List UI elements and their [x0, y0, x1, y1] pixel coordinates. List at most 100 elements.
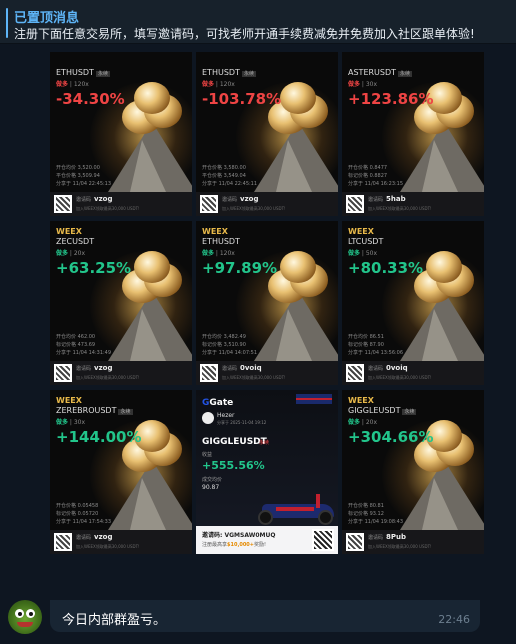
share-time: 分享于 11/04 13:56:06 [348, 350, 404, 356]
referral-label: 邀请码 [368, 535, 384, 541]
leverage-label: 30x [365, 81, 378, 88]
referral-label: 邀请码 [76, 535, 92, 541]
gate-logo: GGate [202, 398, 233, 408]
trading-pair: ZEREBROUSDT 永续 [56, 406, 133, 415]
price-value: 90.87 [202, 484, 220, 491]
mark-price: 3,509.94 [77, 173, 100, 179]
position-info: 做多 | 120x [202, 248, 235, 257]
share-time: 分享于 11/04 17:54:33 [56, 519, 112, 525]
price-label: 成交均价 [202, 477, 223, 483]
share-time: 分享于 2025-11-04 19:12 [217, 420, 267, 425]
contract-badge: 永续 [398, 71, 413, 77]
volcano-highlight [276, 309, 312, 361]
open-price-label: 开仓价格 [348, 503, 369, 509]
open-price-label: 开仓价格 [202, 165, 223, 171]
referral-code: vzog [94, 533, 113, 541]
car-wheel-rear [318, 510, 333, 525]
mark-price-label: 标记价格 [348, 173, 369, 179]
direction-label: 做多 [56, 81, 69, 88]
roi-value: -34.30% [56, 90, 125, 108]
mark-price: 0.05720 [77, 511, 99, 517]
referral-note: 注册最高享$10,000+奖励! [202, 541, 266, 548]
open-price-row: 开仓均价 462.00 [56, 333, 111, 341]
contract-badge: 永续 [95, 71, 110, 77]
car-wheel-front [258, 510, 273, 525]
roi-value: +123.86% [348, 90, 434, 108]
leverage-label: 20x [73, 250, 86, 257]
qr-code-icon [54, 195, 72, 213]
contract-badge: 永续 [241, 71, 256, 77]
referral-label: 邀请码 [368, 366, 384, 372]
share-username: Hezer [217, 412, 235, 419]
qr-code-icon [346, 195, 364, 213]
album-photo-1[interactable]: ETHUSDT 永续 做多 | 120x -34.30% 开仓均价 3,520.00 平仓… [50, 52, 192, 216]
avatar-mouth [17, 622, 33, 627]
weex-logo: WEEX [56, 227, 82, 236]
sender-avatar[interactable] [8, 600, 42, 634]
volcano-highlight [422, 140, 458, 192]
pair-name: ZECUSDT [56, 237, 95, 246]
mark-price-row: 平仓价格 3,509.94 [56, 172, 111, 180]
qr-code-icon [54, 364, 72, 382]
contract-badge: 永续 [118, 409, 133, 415]
price-details: 开仓均价 86.51 标记价格 87.90 分享于 11/04 13:56:06 [348, 333, 403, 357]
referral-note: 加入WEEX领取最高30,000 USDT! [76, 544, 140, 549]
roi-value: +63.25% [56, 259, 132, 277]
price-details: 开仓价格 0.8477 标记价格 0.8827 分享于 11/04 16:23:15 [348, 164, 403, 188]
qr-code-icon [346, 533, 364, 551]
open-price-label: 开仓价格 [348, 165, 369, 171]
mark-price: 473.69 [77, 342, 96, 348]
referral-label: 邀请码 [76, 197, 92, 203]
mark-price-label: 平仓价格 [56, 173, 77, 179]
share-time: 分享于 11/04 14:31:49 [56, 350, 112, 356]
qr-code-icon [312, 529, 334, 551]
trading-pair: ETHUSDT [202, 237, 240, 246]
pinned-title: 已置顶消息 [14, 11, 80, 26]
price-details: 开仓均价 3,520.00 平仓价格 3,509.94 分享于 11/04 22:4… [56, 164, 111, 188]
album-photo-6[interactable]: WEEX LTCUSDT 做多 | 50x +80.33% 开仓均价 86.51 标记价格… [342, 221, 484, 385]
image-album[interactable]: ETHUSDT 永续 做多 | 120x -34.30% 开仓均价 3,520.00 平仓… [50, 52, 484, 602]
mark-price-row: 标记价格 93.12 [348, 510, 403, 518]
gold-cloud [280, 82, 316, 114]
position-info: 做多 | 120x [56, 79, 89, 88]
mark-price-row: 标记价格 87.90 [348, 341, 403, 349]
roi-value: +97.89% [202, 259, 278, 277]
album-photo-4[interactable]: WEEX ZECUSDT 做多 | 20x +63.25% 开仓均价 462.00 标记价… [50, 221, 192, 385]
album-photo-3[interactable]: ASTERUSDT 永续 做多 | 30x +123.86% 开仓价格 0.8477 标记… [342, 52, 484, 216]
referral-label: 邀请码 [222, 366, 238, 372]
note-bonus: $10,000+ [227, 542, 254, 548]
volcano-highlight [130, 140, 166, 192]
album-photo-8[interactable]: WEEX GIGGLEUSDT 永续 做多 | 20x +304.66% 开仓价格 80.… [342, 390, 484, 554]
pinned-accent-bar [6, 8, 8, 38]
message-text: 今日内部群盈亏。 [62, 613, 167, 628]
pair-name: LTCUSDT [348, 237, 384, 246]
pinned-message-bar[interactable]: 已置顶消息 注册下面任意交易所，填写邀请码，可找老师开通手续费减免并免费加入社区… [0, 0, 516, 44]
open-price: 462.00 [77, 334, 96, 340]
mark-price: 3,549.04 [223, 173, 246, 179]
album-photo-5[interactable]: WEEX ETHUSDT 做多 | 120x +97.89% 开仓均价 3,482.49… [196, 221, 338, 385]
qr-code-icon [346, 364, 364, 382]
avatar-eye-left [15, 609, 24, 618]
referral-footer: 邀请码 vzog 加入WEEX领取最高30,000 USDT! [50, 192, 192, 216]
share-time: 分享于 11/04 22:45:13 [56, 181, 112, 187]
trading-pair: LTCUSDT [348, 237, 383, 246]
trading-pair: ETHUSDT 永续 [202, 68, 256, 77]
pinned-text: 注册下面任意交易所，填写邀请码，可找老师开通手续费减免并免费加入社区跟单体验! [14, 27, 475, 41]
album-photo-2[interactable]: ETHUSDT 永续 做多 | 120x -103.78% 开仓价格 3,580.00 平… [196, 52, 338, 216]
album-photo-gate[interactable]: GGate Hezer 分享于 2025-11-04 19:12 GIGGLEUSDT… [196, 390, 338, 554]
open-price-row: 开仓价格 80.81 [348, 502, 403, 510]
volcano-highlight [130, 478, 166, 530]
open-price-label: 开仓均价 [56, 334, 77, 340]
mark-price-row: 平仓价格 3,549.04 [202, 172, 257, 180]
referral-footer: 邀请码 0voiq 加入WEEX领取最高30,000 USDT! [196, 361, 338, 385]
message-bubble[interactable]: 今日内部群盈亏。 22:46 [50, 600, 480, 632]
referral-code: vzog [240, 195, 259, 203]
referral-footer: 邀请码 vzog 加入WEEX领取最高30,000 USDT! [50, 530, 192, 554]
direction-label: 做多 [202, 81, 215, 88]
qr-code-icon [200, 195, 218, 213]
gold-cloud [134, 251, 170, 283]
volcano-highlight [130, 309, 166, 361]
share-time: 分享于 11/04 19:08:43 [348, 519, 404, 525]
open-price: 3,482.49 [223, 334, 246, 340]
album-photo-7[interactable]: WEEX ZEREBROUSDT 永续 做多 | 30x +144.00% 开仓价格 0.… [50, 390, 192, 554]
